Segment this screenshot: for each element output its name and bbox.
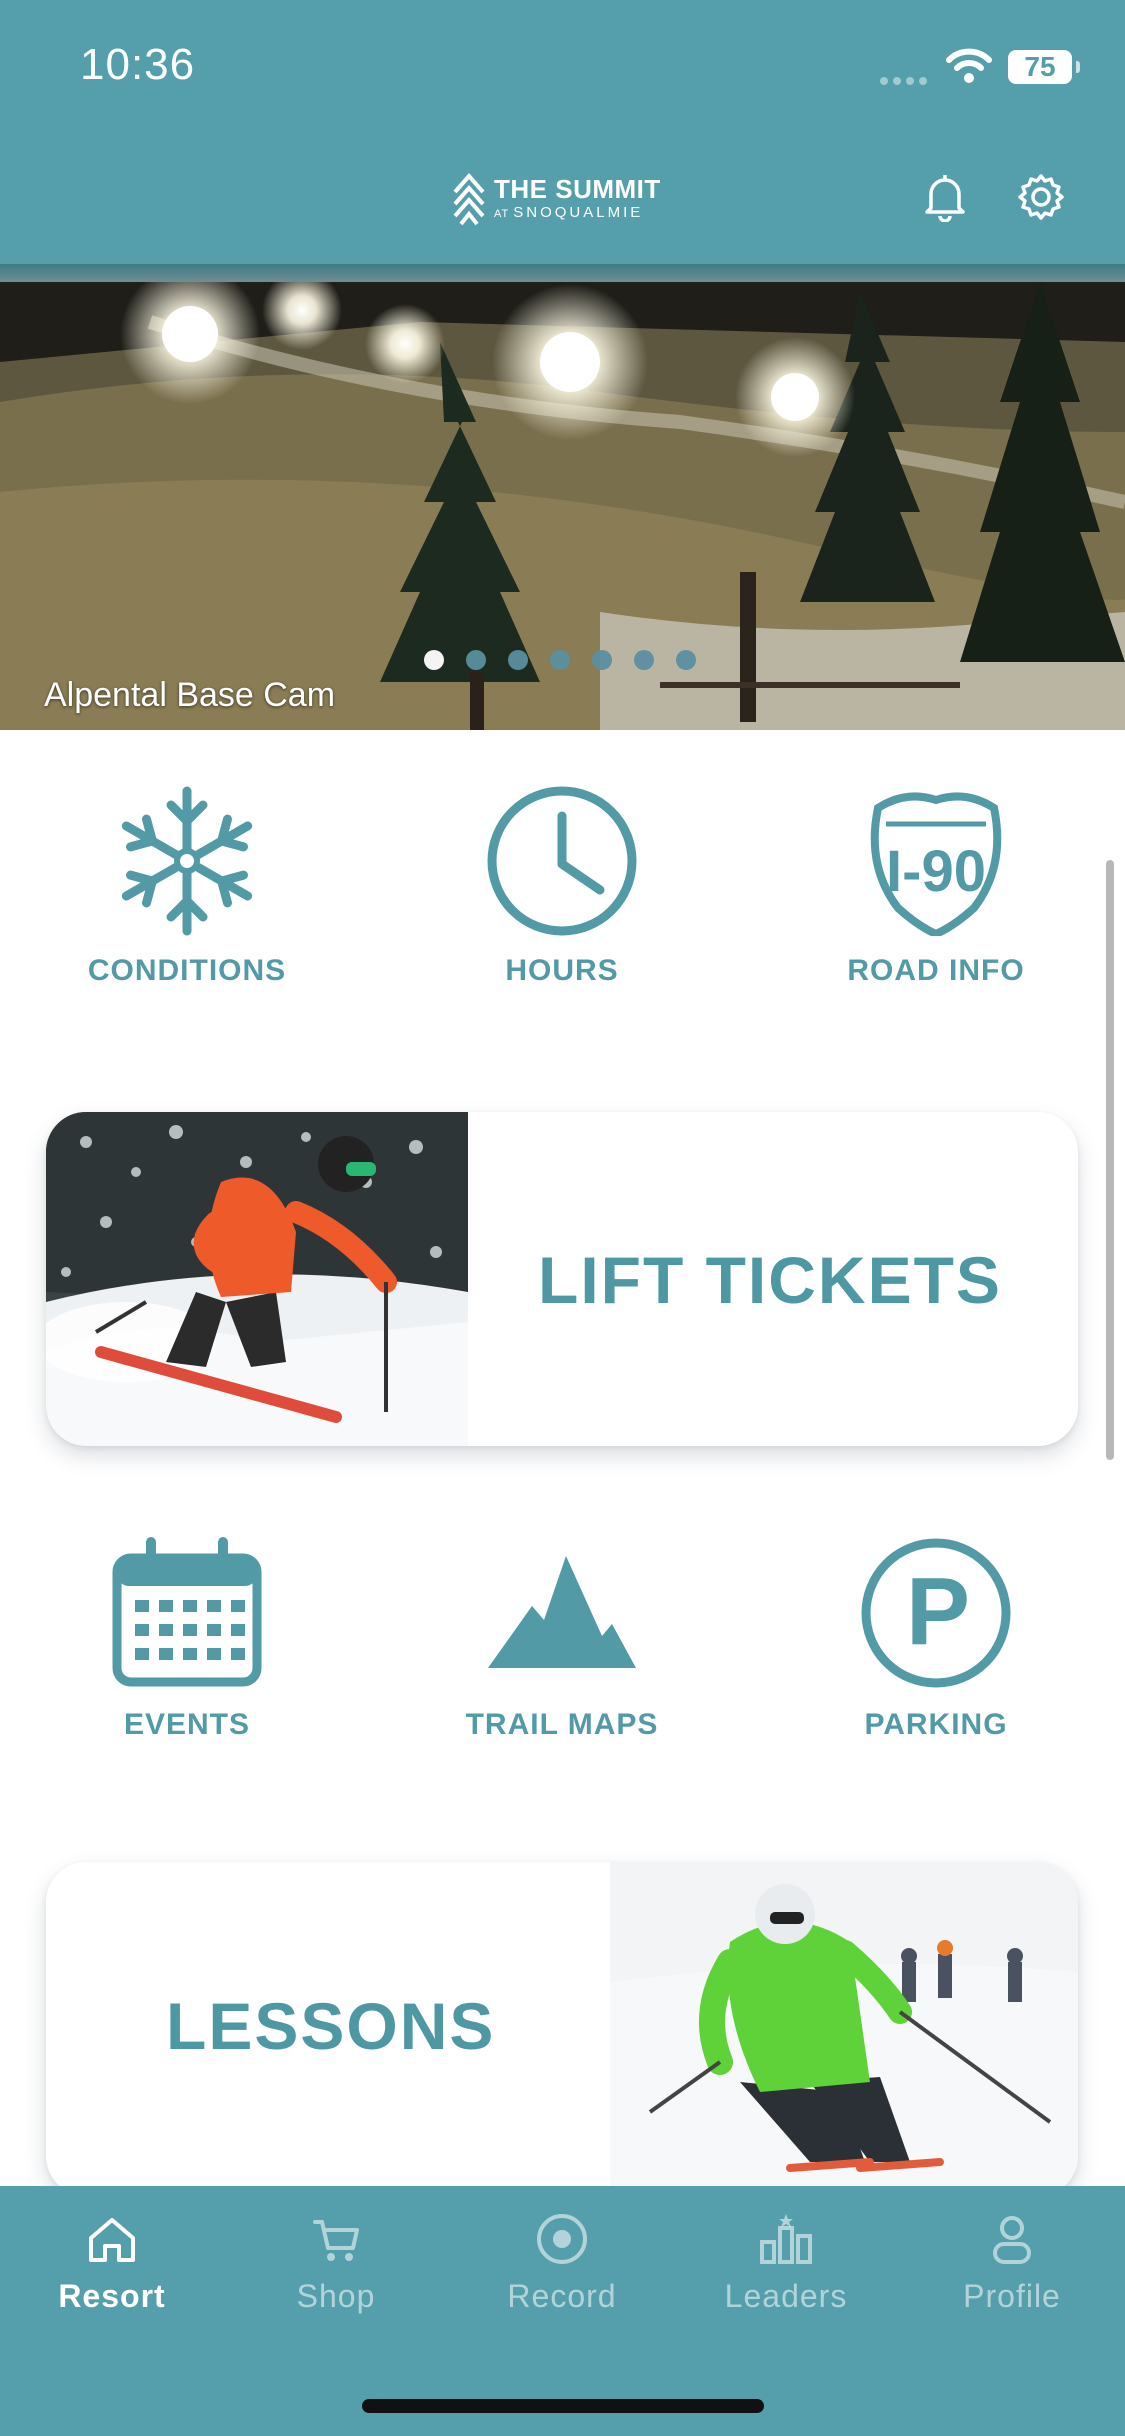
tile-label: PARKING: [864, 1708, 1008, 1741]
header-divider: [0, 264, 1125, 282]
tab-leaders[interactable]: Leaders: [686, 2212, 886, 2315]
carousel-dot[interactable]: [676, 650, 696, 670]
tile-events[interactable]: EVENTS: [37, 1536, 337, 1742]
person-icon: [993, 2216, 1031, 2264]
i90-shield-icon: I-90: [870, 792, 1002, 936]
tab-label: Profile: [963, 2278, 1061, 2314]
tile-label: ROAD INFO: [847, 954, 1025, 987]
tile-trail-maps[interactable]: TRAIL MAPS: [412, 1536, 712, 1742]
webcam-carousel[interactable]: Alpental Base Cam: [0, 282, 1125, 730]
tab-resort[interactable]: Resort: [12, 2212, 212, 2315]
tile-label: TRAIL MAPS: [465, 1708, 659, 1741]
home-icon: [89, 2218, 135, 2262]
tile-hours[interactable]: HOURS: [412, 786, 712, 988]
carousel-dot[interactable]: [592, 650, 612, 670]
carousel-dot[interactable]: [634, 650, 654, 670]
instructor-photo: [610, 1862, 1078, 2196]
tile-label: CONDITIONS: [87, 954, 287, 987]
status-time: 10:36: [80, 40, 196, 89]
mountain-icon: [488, 1556, 636, 1668]
record-icon: [537, 2214, 587, 2264]
battery-indicator: 75: [1008, 50, 1080, 84]
tile-parking[interactable]: P PARKING: [786, 1536, 1086, 1742]
tab-shop[interactable]: Shop: [236, 2212, 436, 2315]
carousel-dot[interactable]: [508, 650, 528, 670]
lift-tickets-card[interactable]: LIFT TICKETS: [46, 1112, 1078, 1446]
tab-profile[interactable]: Profile: [912, 2212, 1112, 2315]
lessons-card[interactable]: LESSONS: [46, 1862, 1078, 2196]
tab-label: Record: [507, 2278, 617, 2314]
brand-at: AT: [494, 208, 510, 220]
scrollbar[interactable]: [1106, 860, 1114, 1460]
brand-logo: THE SUMMIT AT SNOQUALMIE: [452, 168, 661, 228]
cellular-signal-icon: [880, 72, 932, 85]
top-header: 10:36 75 THE SUMMIT AT SNOQUALMIE: [0, 0, 1125, 264]
carousel-pagination[interactable]: [424, 650, 718, 670]
wifi-icon: [946, 48, 992, 83]
parking-icon: P: [861, 1538, 1011, 1688]
bell-icon[interactable]: [922, 172, 968, 222]
lift-tickets-label: LIFT TICKETS: [538, 1243, 1002, 1317]
parking-letter: P: [906, 1558, 970, 1665]
tile-label: EVENTS: [123, 1708, 251, 1741]
tile-conditions[interactable]: CONDITIONS: [37, 786, 337, 988]
carousel-dot[interactable]: [424, 650, 444, 670]
tab-label: Resort: [58, 2278, 166, 2314]
gear-icon[interactable]: [1016, 172, 1066, 222]
snowflake-icon: [121, 786, 253, 936]
brand-title: THE SUMMIT: [494, 174, 661, 204]
clock-icon: [487, 786, 637, 936]
leaderboard-icon: [760, 2214, 812, 2264]
summit-chevron-icon: [453, 172, 485, 226]
cart-icon: [313, 2220, 359, 2261]
tab-label: Shop: [296, 2278, 376, 2314]
tile-road-info[interactable]: I-90 ROAD INFO: [786, 786, 1086, 988]
skier-photo: [46, 1112, 468, 1446]
tile-label: HOURS: [505, 954, 619, 987]
tab-record[interactable]: Record: [462, 2212, 662, 2315]
carousel-dot[interactable]: [550, 650, 570, 670]
carousel-dot[interactable]: [466, 650, 486, 670]
lessons-label: LESSONS: [166, 1989, 496, 2063]
home-indicator: [362, 2399, 764, 2413]
webcam-caption: Alpental Base Cam: [44, 676, 336, 714]
tab-label: Leaders: [724, 2278, 848, 2314]
i90-text: I-90: [886, 839, 986, 904]
brand-subtitle: SNOQUALMIE: [513, 204, 644, 221]
calendar-icon: [112, 1537, 262, 1687]
